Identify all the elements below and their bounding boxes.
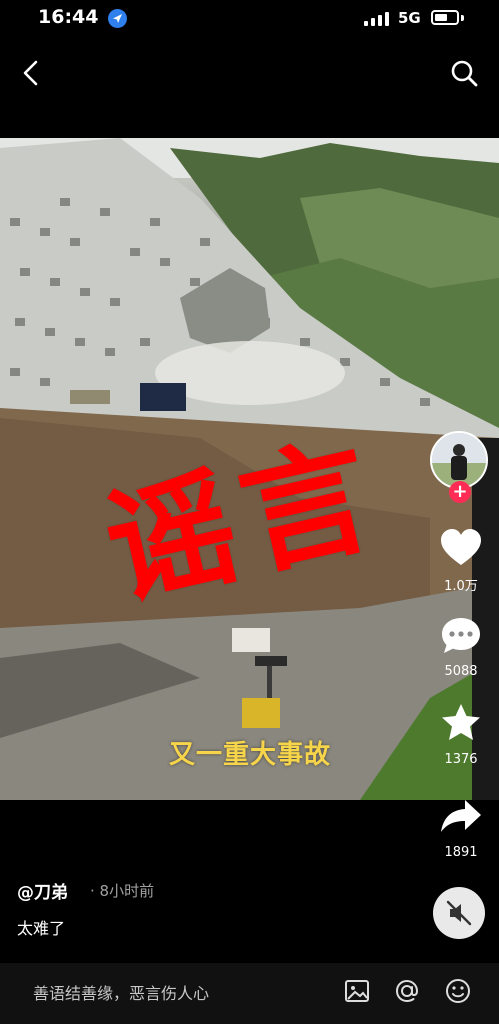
search-icon[interactable]: [447, 56, 481, 90]
post-time: · 8小时前: [90, 882, 155, 900]
image-icon[interactable]: [343, 977, 371, 1005]
follow-button[interactable]: +: [449, 481, 471, 503]
at-icon[interactable]: [393, 977, 421, 1005]
emoji-icon[interactable]: [444, 977, 472, 1005]
mute-icon: [446, 900, 472, 926]
status-time: 16:44: [38, 6, 99, 28]
share-icon[interactable]: [439, 797, 483, 837]
shares-count: 1891: [444, 845, 478, 860]
video-player[interactable]: 谣言 又一重大事故: [0, 138, 499, 800]
star-icon[interactable]: [439, 703, 483, 743]
mute-button[interactable]: [433, 887, 485, 939]
battery-tip: [461, 15, 464, 21]
heart-icon[interactable]: [439, 528, 483, 568]
likes-count: 1.0万: [444, 579, 478, 594]
signal-icon: [364, 12, 390, 26]
back-icon[interactable]: [14, 56, 48, 90]
favorites-count: 1376: [444, 752, 478, 767]
author-name[interactable]: @刀弟: [17, 878, 68, 903]
network-label: 5G: [398, 9, 421, 27]
comments-count: 5088: [444, 664, 478, 679]
comment-input[interactable]: 善语结善缘，恶言伤人心: [33, 980, 209, 1004]
post-description: 太难了: [17, 919, 66, 938]
location-icon: [108, 9, 127, 28]
comment-icon[interactable]: [439, 616, 483, 656]
video-caption: 又一重大事故: [168, 740, 331, 770]
battery-icon: [431, 10, 459, 25]
